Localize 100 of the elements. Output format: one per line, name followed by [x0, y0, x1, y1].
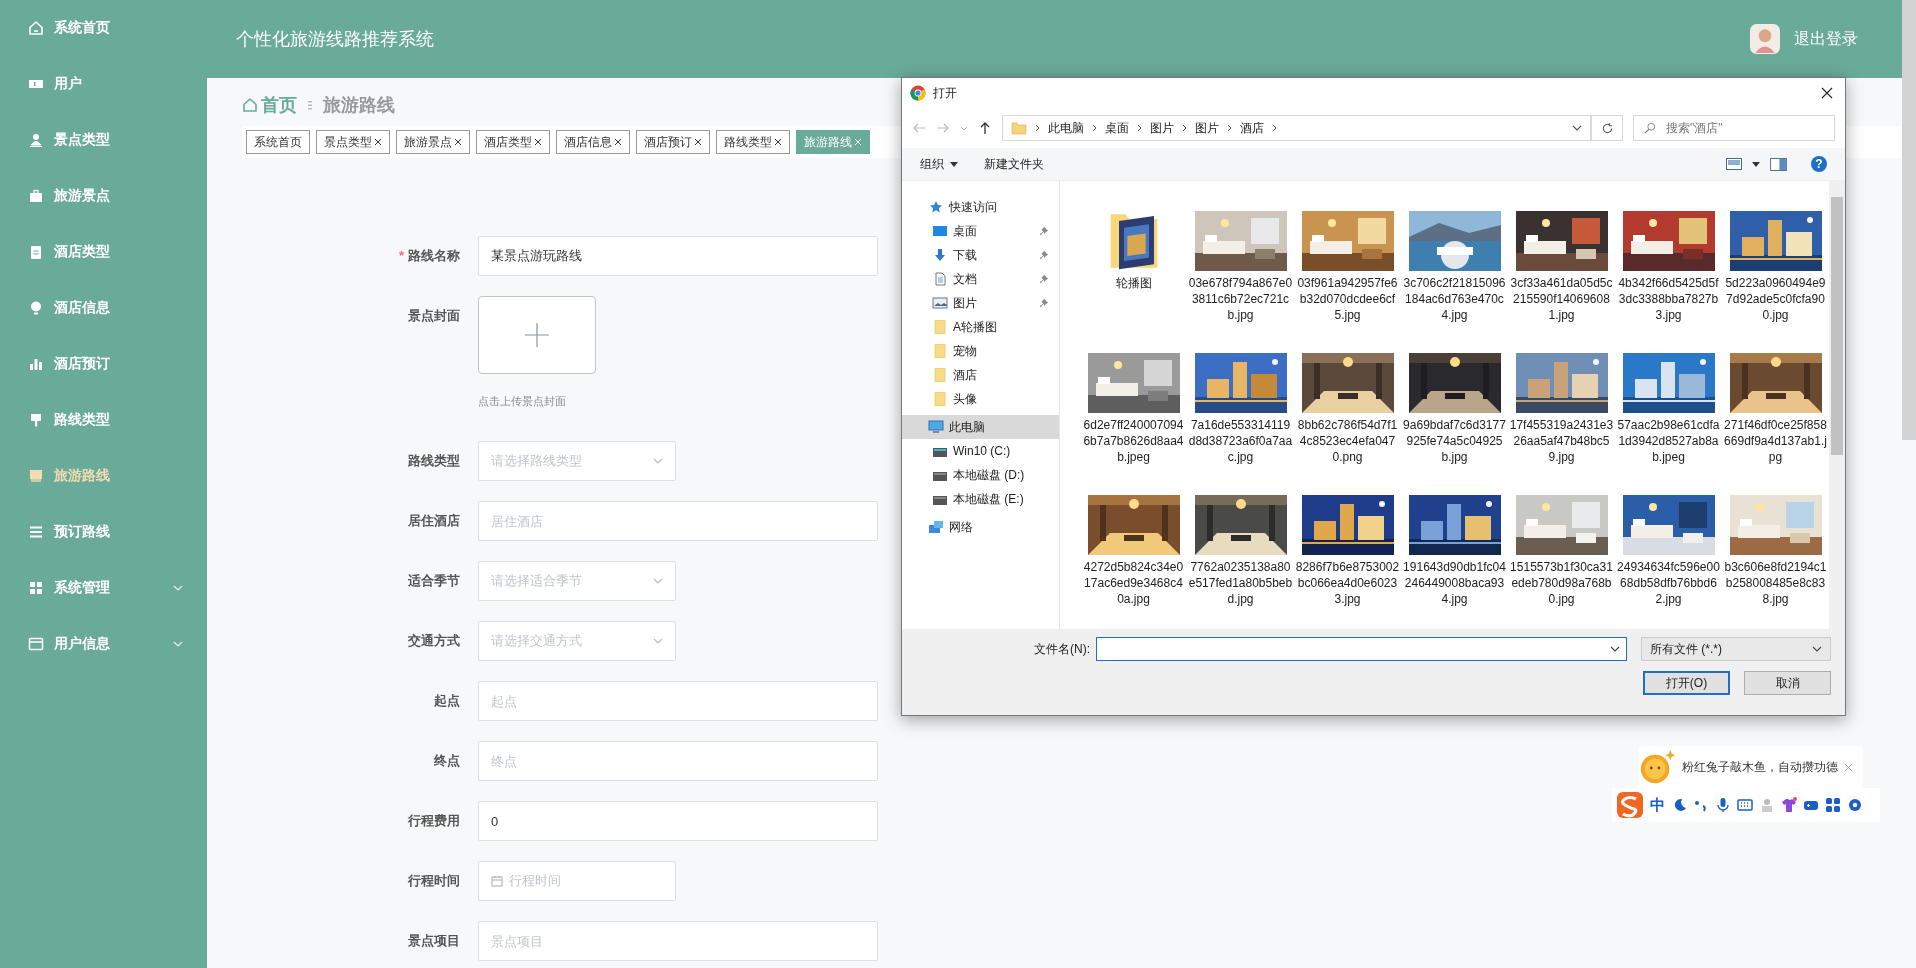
close-icon[interactable]: [534, 138, 542, 146]
path-segment[interactable]: 桌面: [1105, 119, 1129, 137]
input-field[interactable]: 居住酒店: [478, 501, 878, 541]
sign-icon: [28, 412, 44, 428]
tab[interactable]: 酒店信息: [556, 130, 630, 154]
path-segment[interactable]: 图片: [1150, 119, 1174, 137]
ime-logo-icon[interactable]: [1616, 791, 1644, 819]
field-label: 终点: [433, 752, 460, 770]
path-segment[interactable]: 此电脑: [1048, 119, 1084, 137]
cancel-button[interactable]: 取消: [1744, 671, 1831, 695]
nav-item[interactable]: 桌面: [902, 219, 1059, 243]
tab[interactable]: 系统首页: [246, 130, 310, 154]
file-item[interactable]: 7762a0235138a80e517fed1a80b5bebd.jpg: [1187, 477, 1294, 619]
file-item[interactable]: 3c706c2f21815096184ac6d763e470c4.jpg: [1401, 193, 1508, 335]
close-icon[interactable]: [1821, 87, 1833, 99]
view-icon[interactable]: [1726, 158, 1742, 170]
pin-icon[interactable]: [1039, 298, 1049, 308]
open-button[interactable]: 打开(O): [1643, 671, 1730, 695]
close-icon[interactable]: [774, 138, 782, 146]
scrollbar[interactable]: [1829, 181, 1845, 629]
nav-item[interactable]: A轮播图: [902, 315, 1059, 339]
nav-item[interactable]: 本地磁盘 (E:): [902, 487, 1059, 511]
tab[interactable]: 路线类型: [716, 130, 790, 154]
nav-item[interactable]: 网络: [902, 515, 1059, 539]
nav-item[interactable]: 本地磁盘 (D:): [902, 463, 1059, 487]
close-icon[interactable]: [694, 138, 702, 146]
pin-icon[interactable]: [1039, 250, 1049, 260]
chevron-right-icon: [1227, 124, 1232, 132]
file-item[interactable]: 8286f7b6e8753002bc066ea4d0e60233.jpg: [1294, 477, 1401, 619]
file-item[interactable]: 4b342f66d5425d5f3dc3388bba7827b3.jpg: [1615, 193, 1722, 335]
file-item[interactable]: 6d2e7ff2400070946b7a7b8626d8aa4b.jpeg: [1080, 335, 1187, 477]
address-bar[interactable]: 此电脑 桌面 图片 图片 酒店: [1002, 115, 1591, 141]
file-item[interactable]: 03e678f794a867e03811c6b72ec721cb.jpg: [1187, 193, 1294, 335]
file-item[interactable]: 7a16de553314119d8d38723a6f0a7aac.jpg: [1187, 335, 1294, 477]
search-field[interactable]: 搜索"酒店": [1633, 115, 1835, 141]
nav-item[interactable]: 此电脑: [902, 415, 1059, 439]
input-field[interactable]: 某景点游玩路线: [478, 236, 878, 276]
settings-icon[interactable]: [1847, 797, 1863, 813]
file-item[interactable]: 9a69bdaf7c6d3177925fe74a5c04925b.jpg: [1401, 335, 1508, 477]
nav-item[interactable]: 快速访问: [902, 195, 1059, 219]
file-item[interactable]: 4272d5b824c34e017ac6ed9e3468c40a.jpg: [1080, 477, 1187, 619]
path-segment[interactable]: 图片: [1195, 119, 1219, 137]
bulb-icon: [28, 300, 44, 316]
tab[interactable]: 景点类型: [316, 130, 390, 154]
file-item[interactable]: 3cf33a461da05d5c215590f140696081.jpg: [1508, 193, 1615, 335]
file-item[interactable]: 57aac2b98e61cdfa1d3942d8527ab8ab.jpeg: [1615, 335, 1722, 477]
file-item[interactable]: 1515573b1f30ca31edeb780d98a768b0.jpg: [1508, 477, 1615, 619]
tab[interactable]: 旅游景点: [396, 130, 470, 154]
file-item[interactable]: 191643d90db1fc04246449008baca934.jpg: [1401, 477, 1508, 619]
scrollbar[interactable]: [1902, 0, 1916, 440]
up-arrow-icon[interactable]: [978, 121, 992, 135]
folder-icon: [932, 392, 948, 406]
nav-item[interactable]: Win10 (C:): [902, 439, 1059, 463]
microphone-icon[interactable]: [1715, 797, 1731, 813]
path-segment[interactable]: 酒店: [1240, 119, 1264, 137]
input-field[interactable]: 景点项目: [478, 921, 878, 961]
file-item[interactable]: 17f455319a2431e326aa5af47b48bc59.jpg: [1508, 335, 1615, 477]
shirt-icon[interactable]: [1781, 797, 1797, 813]
input-field[interactable]: 0: [478, 801, 878, 841]
filename-field[interactable]: [1096, 637, 1627, 661]
pin-icon[interactable]: [1039, 226, 1049, 236]
preview-pane-icon[interactable]: [1770, 157, 1787, 171]
input-field[interactable]: 终点: [478, 741, 878, 781]
keyboard-icon[interactable]: [1737, 797, 1753, 813]
chevron-down-icon[interactable]: [1610, 646, 1620, 652]
refresh-button[interactable]: [1591, 115, 1623, 141]
nav-item[interactable]: 酒店: [902, 363, 1059, 387]
file-item[interactable]: 8bb62c786f54d7f14c8523ec4efa0470.png: [1294, 335, 1401, 477]
pin-icon[interactable]: [1039, 274, 1049, 284]
file-item[interactable]: 5d223a0960494e97d92ade5c0fcfa900.jpg: [1722, 193, 1829, 335]
nav-item[interactable]: 头像: [902, 387, 1059, 411]
file-item[interactable]: 271f46df0ce25f858669df9a4d137ab1.jpg: [1722, 335, 1829, 477]
nav-item[interactable]: 文档: [902, 267, 1059, 291]
close-icon[interactable]: [454, 138, 462, 146]
input-field[interactable]: 起点: [478, 681, 878, 721]
close-icon[interactable]: [374, 138, 382, 146]
nav-item[interactable]: 下载: [902, 243, 1059, 267]
network-icon: [928, 520, 944, 534]
grid-icon[interactable]: [1825, 797, 1841, 813]
tab[interactable]: 酒店预订: [636, 130, 710, 154]
help-button[interactable]: ?: [1811, 156, 1827, 172]
tab[interactable]: 酒店类型: [476, 130, 550, 154]
field-label: 行程时间: [407, 872, 460, 890]
nav-item[interactable]: 图片: [902, 291, 1059, 315]
nav-item[interactable]: 宠物: [902, 339, 1059, 363]
file-item[interactable]: 轮播图: [1080, 193, 1187, 335]
file-item[interactable]: b3c606e8fd2194c1b258008485e8c838.jpg: [1722, 477, 1829, 619]
file-item[interactable]: 24934634fc596e0068db58dfb76bbd62.jpg: [1615, 477, 1722, 619]
field-label: 交通方式: [407, 632, 460, 650]
caret-icon[interactable]: [1752, 161, 1760, 167]
new-folder-button[interactable]: 新建文件夹: [984, 155, 1044, 173]
chevron-down-icon[interactable]: [1572, 125, 1582, 131]
home-icon: [242, 97, 258, 113]
breadcrumb-current: 旅游路线: [323, 94, 395, 117]
close-icon[interactable]: [614, 138, 622, 146]
ime-mode[interactable]: 中: [1650, 795, 1665, 815]
file-type-select[interactable]: 所有文件 (*.*): [1641, 637, 1831, 661]
file-item[interactable]: 03f961a942957fe6b32d070dcdee6cf5.jpg: [1294, 193, 1401, 335]
organize-menu[interactable]: 组织: [920, 155, 958, 173]
list-icon: [28, 524, 44, 540]
